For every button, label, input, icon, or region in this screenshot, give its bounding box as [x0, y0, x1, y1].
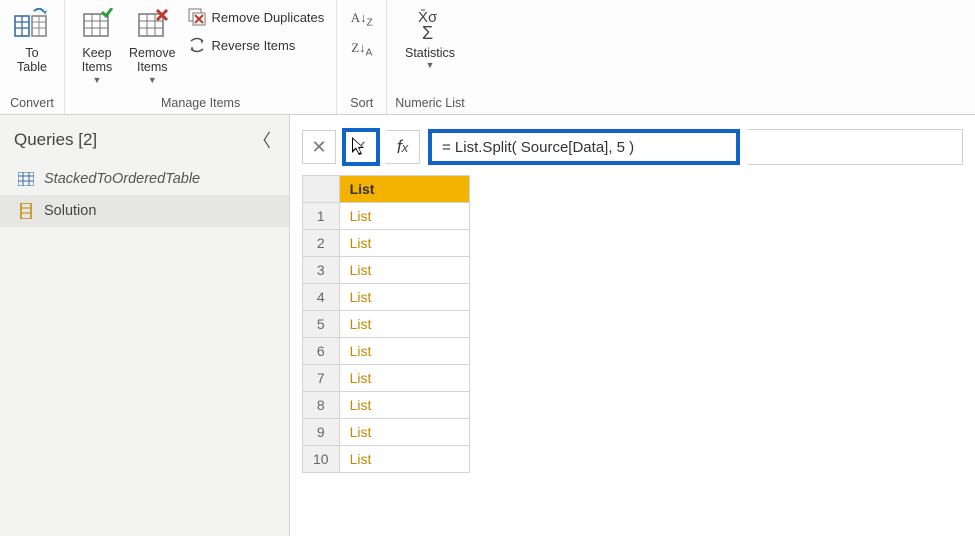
- list-table: List 1List 2List 3List 4List 5List 6List…: [302, 175, 470, 473]
- formula-fx-button[interactable]: fx: [386, 130, 420, 164]
- data-grid: List 1List 2List 3List 4List 5List 6List…: [290, 175, 975, 473]
- x-icon: ✕: [311, 137, 326, 158]
- statistics-label: Statistics: [405, 46, 455, 60]
- sort-asc-button[interactable]: A↓Z: [350, 8, 374, 30]
- list-cell[interactable]: List: [339, 446, 469, 473]
- to-table-icon: [12, 4, 52, 46]
- queries-title: Queries [2]: [14, 130, 97, 150]
- table-row[interactable]: 1List: [303, 203, 470, 230]
- sort-desc-button[interactable]: Z↓A: [350, 38, 374, 60]
- table-row[interactable]: 2List: [303, 230, 470, 257]
- formula-bar: ✕ ✓ fx = List.Split( Source[Data], 5 ): [290, 115, 975, 175]
- table-row[interactable]: 8List: [303, 392, 470, 419]
- body: Queries [2] 〈 StackedToOrderedTable Solu…: [0, 115, 975, 536]
- list-cell[interactable]: List: [339, 365, 469, 392]
- table-row[interactable]: 4List: [303, 284, 470, 311]
- table-row[interactable]: 3List: [303, 257, 470, 284]
- reverse-items-icon: [188, 36, 206, 54]
- ribbon-group-numeric-label: Numeric List: [395, 96, 464, 114]
- sort-asc-icon: A↓Z: [351, 10, 373, 29]
- main-pane: ✕ ✓ fx = List.Split( Source[Data], 5 ) L…: [290, 115, 975, 536]
- sort-desc-icon: Z↓A: [351, 40, 372, 59]
- ribbon-group-convert-label: Convert: [10, 96, 54, 114]
- formula-text: = List.Split( Source[Data], 5 ): [442, 139, 634, 156]
- table-row[interactable]: 7List: [303, 365, 470, 392]
- dropdown-caret-icon: ▼: [93, 75, 102, 85]
- formula-input[interactable]: = List.Split( Source[Data], 5 ): [428, 129, 740, 165]
- list-cell[interactable]: List: [339, 419, 469, 446]
- ribbon: To Table Convert Keep Items: [0, 0, 975, 115]
- to-table-label: To Table: [17, 46, 47, 75]
- ribbon-group-manage-label: Manage Items: [161, 96, 240, 114]
- keep-items-icon: [77, 4, 117, 46]
- row-number: 7: [303, 365, 340, 392]
- table-row[interactable]: 6List: [303, 338, 470, 365]
- queries-header: Queries [2] 〈: [0, 115, 289, 163]
- chevron-left-icon: 〈: [253, 131, 271, 151]
- reverse-items-button[interactable]: Reverse Items: [184, 34, 329, 56]
- ribbon-group-numeric: X̄σ Σ Statistics ▼ Numeric List: [387, 0, 472, 114]
- reverse-items-label: Reverse Items: [212, 38, 296, 53]
- query-item-label: StackedToOrderedTable: [44, 171, 200, 187]
- dropdown-caret-icon: ▼: [426, 60, 435, 70]
- queries-collapse-button[interactable]: 〈: [249, 127, 275, 153]
- list-cell[interactable]: List: [339, 257, 469, 284]
- ribbon-group-manage: Keep Items ▼ Remove Items ▼: [65, 0, 337, 114]
- to-table-button[interactable]: To Table: [8, 2, 56, 75]
- formula-input-rest[interactable]: [748, 129, 963, 165]
- row-number: 4: [303, 284, 340, 311]
- remove-duplicates-button[interactable]: Remove Duplicates: [184, 6, 329, 28]
- query-item-solution[interactable]: Solution: [0, 195, 289, 227]
- list-cell[interactable]: List: [339, 392, 469, 419]
- remove-items-button[interactable]: Remove Items ▼: [125, 2, 180, 85]
- row-number: 8: [303, 392, 340, 419]
- keep-items-label: Keep Items: [82, 46, 113, 75]
- queries-pane: Queries [2] 〈 StackedToOrderedTable Solu…: [0, 115, 290, 536]
- check-icon: ✓: [353, 137, 368, 158]
- table-row[interactable]: 10List: [303, 446, 470, 473]
- formula-confirm-button[interactable]: ✓: [344, 130, 378, 164]
- statistics-icon: X̄σ Σ: [410, 4, 450, 46]
- row-number: 1: [303, 203, 340, 230]
- ribbon-group-sort-label: Sort: [350, 96, 373, 114]
- statistics-button[interactable]: X̄σ Σ Statistics ▼: [401, 2, 459, 71]
- row-number-header: [303, 176, 340, 203]
- list-cell[interactable]: List: [339, 230, 469, 257]
- row-number: 2: [303, 230, 340, 257]
- formula-cancel-button[interactable]: ✕: [302, 130, 336, 164]
- list-cell[interactable]: List: [339, 203, 469, 230]
- keep-items-button[interactable]: Keep Items ▼: [73, 2, 121, 85]
- row-number: 3: [303, 257, 340, 284]
- list-cell[interactable]: List: [339, 284, 469, 311]
- list-cell[interactable]: List: [339, 311, 469, 338]
- list-cell[interactable]: List: [339, 338, 469, 365]
- query-item-label: Solution: [44, 203, 96, 219]
- ribbon-group-convert: To Table Convert: [0, 0, 65, 114]
- row-number: 6: [303, 338, 340, 365]
- remove-duplicates-label: Remove Duplicates: [212, 10, 325, 25]
- svg-text:Σ: Σ: [422, 23, 433, 43]
- table-icon: [18, 171, 34, 187]
- remove-items-label: Remove Items: [129, 46, 176, 75]
- query-item-stackedtoorderedtable[interactable]: StackedToOrderedTable: [0, 163, 289, 195]
- list-icon: [18, 203, 34, 219]
- column-header-list[interactable]: List: [339, 176, 469, 203]
- dropdown-caret-icon: ▼: [148, 75, 157, 85]
- remove-items-icon: [132, 4, 172, 46]
- table-row[interactable]: 5List: [303, 311, 470, 338]
- row-number: 10: [303, 446, 340, 473]
- row-number: 9: [303, 419, 340, 446]
- row-number: 5: [303, 311, 340, 338]
- table-row[interactable]: 9List: [303, 419, 470, 446]
- ribbon-group-sort: A↓Z Z↓A Sort: [337, 0, 387, 114]
- remove-duplicates-icon: [188, 8, 206, 26]
